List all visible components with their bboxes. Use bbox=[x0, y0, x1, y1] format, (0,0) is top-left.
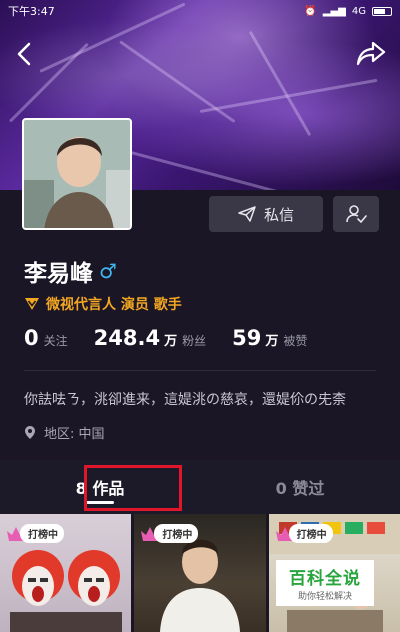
stat-unit: 万 bbox=[164, 334, 178, 349]
signal-icon: ▂▄▆ bbox=[322, 5, 346, 17]
trending-badge-label: 打榜中 bbox=[154, 524, 199, 543]
status-bar: 下午3:47 ⏰ ▂▄▆ 4G bbox=[0, 0, 400, 22]
tab-label: 0 赞过 bbox=[275, 479, 325, 498]
verification-text: 微视代言人 演员 歌手 bbox=[46, 297, 182, 313]
status-time: 下午3:47 bbox=[8, 5, 55, 18]
stats-row: 0 关注 248.4 万 粉丝 59 万 被赞 bbox=[24, 326, 333, 350]
content-tabs: 8 作品 0 赞过 bbox=[0, 460, 400, 514]
message-button[interactable]: 私信 bbox=[209, 196, 323, 232]
trending-badge-label: 打榜中 bbox=[20, 524, 64, 543]
trending-badge: 打榜中 bbox=[140, 524, 199, 543]
location-pin-icon bbox=[25, 426, 35, 439]
verified-badge-icon bbox=[25, 298, 39, 310]
profile-name: 李易峰 bbox=[24, 261, 93, 287]
watermark-subtitle: 助你轻松解决 bbox=[297, 592, 352, 602]
region-text: 地区: 中国 bbox=[44, 427, 105, 442]
stat-value: 0 bbox=[24, 326, 39, 350]
watermark-logo: 百科全说 助你轻松解决 bbox=[276, 560, 374, 606]
gender-male-icon: ♂ bbox=[99, 259, 117, 283]
back-icon[interactable] bbox=[12, 40, 40, 68]
annotation-highlight-box bbox=[84, 465, 182, 511]
verification-row: 微视代言人 演员 歌手 bbox=[24, 294, 182, 314]
video-thumbnail[interactable]: 打榜中 bbox=[134, 514, 266, 632]
profile-bio: 你詓呿ㄋ，洮卻進来，這媞洮の慈哀，還媞伱の兂柰 bbox=[24, 392, 346, 408]
stat-fans[interactable]: 248.4 万 粉丝 bbox=[94, 326, 206, 350]
name-row: 李易峰 ♂ bbox=[24, 254, 117, 288]
stat-label: 粉丝 bbox=[182, 334, 207, 348]
stat-likes[interactable]: 59 万 被赞 bbox=[232, 326, 307, 350]
trending-badge: 打榜中 bbox=[6, 524, 64, 543]
share-icon[interactable] bbox=[356, 40, 386, 68]
network-type: 4G bbox=[351, 5, 366, 17]
tab-liked[interactable]: 0 赞过 bbox=[200, 460, 400, 514]
trending-badge-label: 打榜中 bbox=[288, 524, 333, 543]
stat-label: 关注 bbox=[43, 334, 68, 348]
stat-label: 被赞 bbox=[283, 334, 308, 348]
watermark-title: 百科全说 bbox=[289, 569, 361, 589]
send-icon bbox=[238, 206, 256, 222]
stat-following[interactable]: 0 关注 bbox=[24, 326, 68, 350]
alarm-icon: ⏰ bbox=[304, 5, 317, 17]
stat-value: 59 bbox=[232, 326, 262, 350]
video-thumbnail[interactable]: 打榜中 bbox=[0, 514, 132, 632]
battery-icon bbox=[372, 6, 392, 16]
region-row: 地区: 中国 bbox=[24, 423, 105, 442]
stat-unit: 万 bbox=[265, 334, 279, 349]
follow-button[interactable] bbox=[333, 196, 379, 232]
avatar[interactable] bbox=[22, 118, 132, 230]
divider bbox=[24, 370, 376, 371]
stat-value: 248.4 bbox=[93, 326, 161, 350]
user-check-icon bbox=[346, 205, 367, 224]
message-button-label: 私信 bbox=[263, 205, 294, 224]
trending-badge: 打榜中 bbox=[275, 524, 333, 543]
